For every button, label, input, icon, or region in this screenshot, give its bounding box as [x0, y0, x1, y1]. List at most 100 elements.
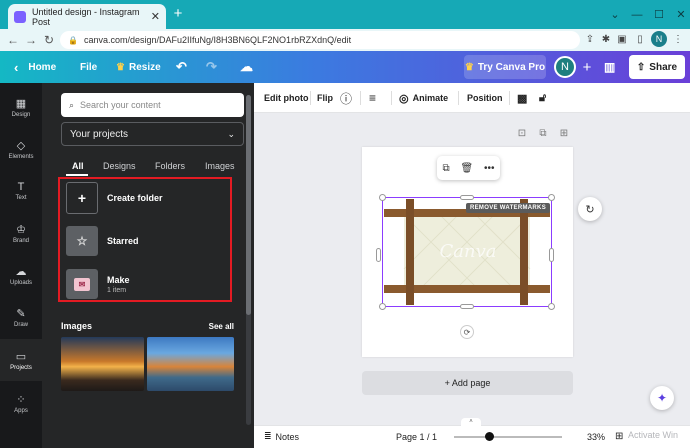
rail-item-draw[interactable]: ✎ Draw: [0, 296, 42, 338]
plus-icon: +: [66, 182, 98, 214]
border-style-icon[interactable]: ≡: [369, 83, 376, 113]
file-menu-button[interactable]: File: [80, 51, 97, 83]
rail-item-elements[interactable]: ◇ Elements: [0, 128, 42, 170]
reload-icon[interactable]: ↻: [40, 29, 58, 51]
images-section-header: Images See all: [61, 319, 234, 333]
chevron-up-icon[interactable]: ˄: [461, 418, 481, 426]
notes-label: Notes: [275, 431, 300, 442]
tab-all[interactable]: All: [72, 156, 84, 176]
resize-handle-top-right[interactable]: [548, 194, 555, 201]
selection-box: [382, 197, 552, 307]
magic-sparkle-icon[interactable]: ✦: [650, 386, 674, 410]
resize-handle-bottom-left[interactable]: [379, 303, 386, 310]
resize-handle-bottom[interactable]: [460, 304, 474, 309]
duplicate-icon[interactable]: ⧉: [442, 163, 449, 174]
duplicate-page-icon[interactable]: ⧉: [537, 127, 549, 139]
toolbar-divider: [509, 91, 510, 105]
brand-icon: ♔: [16, 223, 26, 236]
rail-item-design[interactable]: ▦ Design: [0, 86, 42, 128]
rail-item-apps[interactable]: ⁘ Apps: [0, 382, 42, 424]
resize-handle-top[interactable]: [460, 195, 474, 200]
browser-profile-avatar[interactable]: N: [651, 31, 667, 47]
images-heading: Images: [61, 321, 93, 331]
home-button[interactable]: ‹ Home: [14, 51, 56, 83]
back-icon[interactable]: ←: [4, 29, 22, 51]
redo-icon[interactable]: ↷: [206, 51, 217, 83]
folder-starred[interactable]: ☆ Starred: [66, 225, 139, 257]
browser-tab[interactable]: Untitled design - Instagram Post ✕: [8, 4, 166, 29]
chevron-left-icon: ‹: [14, 59, 19, 75]
edit-photo-button[interactable]: Edit photo: [264, 83, 309, 113]
add-page-icon[interactable]: ⊞: [558, 127, 570, 139]
url-field[interactable]: 🔒 canva.com/design/DAFu2IIfuNg/I8H3BN6QL…: [60, 31, 580, 49]
rail-label: Design: [11, 111, 31, 118]
rail-item-projects[interactable]: ▭ Projects: [0, 339, 42, 381]
resize-handle-right[interactable]: [549, 248, 554, 262]
animate-button[interactable]: ◎ Animate: [399, 83, 448, 113]
resize-handle-left[interactable]: [376, 248, 381, 262]
image-thumbnail-landscape[interactable]: [147, 337, 234, 391]
elements-icon: ◇: [16, 139, 26, 152]
more-options-icon[interactable]: •••: [484, 163, 495, 174]
lock-icon[interactable]: 🔓︎: [539, 83, 546, 113]
notes-button[interactable]: ≣ Notes: [264, 425, 299, 448]
select-value: Your projects: [70, 128, 128, 140]
cloud-sync-icon[interactable]: ☁: [240, 51, 253, 83]
home-label: Home: [28, 61, 57, 73]
transparency-icon[interactable]: ▩: [517, 83, 527, 113]
refresh-suggestion-icon[interactable]: ↻: [578, 197, 602, 221]
delete-icon[interactable]: 🗑︎: [460, 163, 473, 174]
zoom-slider-knob[interactable]: [485, 432, 494, 441]
share-button[interactable]: ⇧ Share: [629, 55, 685, 79]
tab-folders[interactable]: Folders: [155, 156, 185, 176]
rail-item-brand[interactable]: ♔ Brand: [0, 212, 42, 254]
forward-icon[interactable]: →: [22, 29, 40, 51]
user-avatar[interactable]: N: [554, 56, 576, 78]
make-item-count: 1 item: [107, 286, 127, 294]
undo-icon[interactable]: ↶: [176, 51, 187, 83]
create-folder-item[interactable]: + Create folder: [66, 182, 163, 214]
remove-watermarks-badge[interactable]: REMOVE WATERMARKS: [466, 203, 550, 213]
add-page-button[interactable]: + Add page: [362, 371, 573, 395]
analytics-icon[interactable]: ▥: [604, 51, 615, 83]
share-page-icon[interactable]: ⇪: [582, 31, 598, 47]
zoom-slider[interactable]: [454, 436, 562, 438]
tab-images[interactable]: Images: [205, 156, 235, 176]
new-tab-button[interactable]: +: [170, 6, 186, 22]
resize-handle-bottom-right[interactable]: [548, 303, 555, 310]
position-button[interactable]: Position: [467, 83, 503, 113]
lock-page-icon[interactable]: ⊡: [516, 127, 528, 139]
try-canva-pro-button[interactable]: ♛ Try Canva Pro: [464, 55, 546, 79]
zoom-percentage[interactable]: 33%: [587, 425, 605, 448]
sidebar-icon[interactable]: ▯: [632, 31, 648, 47]
projects-select[interactable]: Your projects ⌄: [61, 122, 244, 146]
browser-menu-icon[interactable]: ⋮: [670, 31, 686, 47]
projects-icon: ▭: [15, 350, 27, 363]
canva-favicon-icon: [14, 10, 26, 23]
search-input[interactable]: ⌕ Search your content: [61, 93, 244, 117]
close-window-icon[interactable]: ✕: [666, 0, 690, 29]
rail-label: Projects: [10, 364, 32, 371]
rail-item-uploads[interactable]: ☁ Uploads: [0, 254, 42, 296]
grid-view-icon[interactable]: ⊞: [615, 425, 623, 448]
rail-item-text[interactable]: T Text: [0, 170, 42, 212]
add-collaborator-button[interactable]: +: [578, 56, 596, 78]
resize-handle-top-left[interactable]: [379, 194, 386, 201]
panel-scrollbar-thumb[interactable]: [246, 95, 251, 315]
extensions-icon[interactable]: ✱: [598, 31, 614, 47]
text-icon: T: [17, 181, 25, 193]
rotate-handle-icon[interactable]: ⟳: [460, 325, 474, 339]
tab-close-icon[interactable]: ✕: [151, 10, 160, 23]
apps-icon: ⁘: [16, 393, 26, 406]
resize-button[interactable]: ♛ Resize: [116, 51, 161, 83]
page-indicator[interactable]: Page 1 / 1: [396, 425, 437, 448]
tab-designs[interactable]: Designs: [103, 156, 136, 176]
extension-icon[interactable]: ▣: [614, 31, 630, 47]
info-icon[interactable]: ⓘ: [340, 83, 352, 113]
image-thumbnail-sunset[interactable]: [61, 337, 144, 391]
folder-make[interactable]: ✉ Make 1 item: [66, 268, 130, 300]
notes-icon: ≣: [264, 431, 272, 441]
toolbar-divider: [360, 91, 361, 105]
see-all-link[interactable]: See all: [209, 322, 234, 331]
flip-button[interactable]: Flip: [317, 83, 333, 113]
